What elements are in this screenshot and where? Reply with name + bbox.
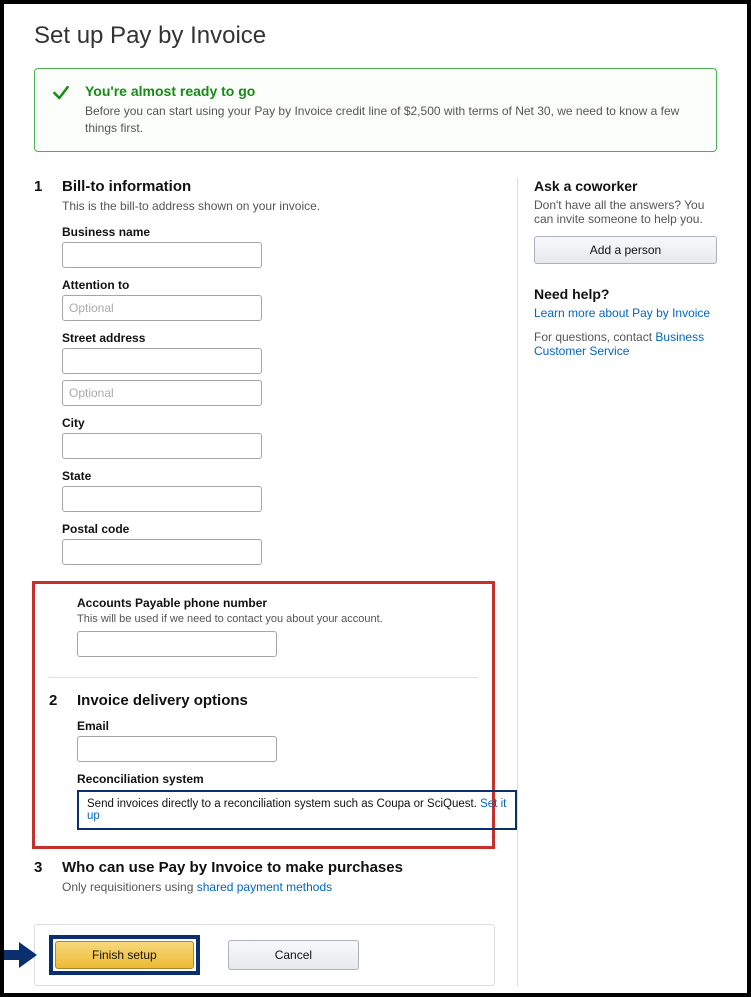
ap-phone-label: Accounts Payable phone number <box>77 596 478 610</box>
arrow-right-icon <box>3 942 37 968</box>
street-address-label: Street address <box>62 331 495 345</box>
section-1-desc: This is the bill-to address shown on you… <box>62 199 495 213</box>
ap-phone-sublabel: This will be used if we need to contact … <box>77 613 478 625</box>
street-address-input[interactable] <box>62 348 262 374</box>
ask-coworker-desc: Don't have all the answers? You can invi… <box>534 198 717 226</box>
section-1-number: 1 <box>34 178 50 195</box>
highlighted-section: Accounts Payable phone number This will … <box>32 581 495 849</box>
state-label: State <box>62 469 495 483</box>
email-label: Email <box>77 719 517 733</box>
recon-text: Send invoices directly to a reconciliati… <box>87 798 480 810</box>
section-2-number: 2 <box>49 692 65 709</box>
city-input[interactable] <box>62 433 262 459</box>
postal-code-label: Postal code <box>62 522 495 536</box>
footer-action-bar: Finish setup Cancel <box>34 924 495 986</box>
finish-setup-button[interactable]: Finish setup <box>55 941 194 969</box>
finish-setup-highlight: Finish setup <box>49 935 200 975</box>
alert-title: You're almost ready to go <box>85 83 698 99</box>
contact-prefix: For questions, contact <box>534 330 655 344</box>
recon-info-box: Send invoices directly to a reconciliati… <box>77 790 517 830</box>
section-3-desc-prefix: Only requisitioners using <box>62 880 197 894</box>
state-input[interactable] <box>62 486 262 512</box>
contact-text: For questions, contact Business Customer… <box>534 330 717 358</box>
cancel-button[interactable]: Cancel <box>228 940 359 970</box>
section-3-heading: Who can use Pay by Invoice to make purch… <box>62 859 495 876</box>
business-name-label: Business name <box>62 225 495 239</box>
postal-code-input[interactable] <box>62 539 262 565</box>
divider <box>49 677 478 678</box>
business-name-input[interactable] <box>62 242 262 268</box>
shared-payment-methods-link[interactable]: shared payment methods <box>197 880 332 894</box>
need-help-block: Need help? Learn more about Pay by Invoi… <box>534 286 717 358</box>
need-help-heading: Need help? <box>534 286 717 302</box>
email-input[interactable] <box>77 736 277 762</box>
city-label: City <box>62 416 495 430</box>
alert-body: Before you can start using your Pay by I… <box>85 103 698 137</box>
alert-success: You're almost ready to go Before you can… <box>34 68 717 152</box>
learn-more-link[interactable]: Learn more about Pay by Invoice <box>534 306 710 320</box>
add-a-person-button[interactable]: Add a person <box>534 236 717 264</box>
recon-label: Reconciliation system <box>77 772 517 786</box>
ask-coworker-heading: Ask a coworker <box>534 178 717 194</box>
section-1-heading: Bill-to information <box>62 178 495 195</box>
page-title: Set up Pay by Invoice <box>34 22 717 50</box>
attention-to-input[interactable] <box>62 295 262 321</box>
ask-coworker-block: Ask a coworker Don't have all the answer… <box>534 178 717 264</box>
check-icon <box>51 83 71 103</box>
section-3-desc: Only requisitioners using shared payment… <box>62 880 495 894</box>
section-2-heading: Invoice delivery options <box>77 692 517 709</box>
ap-phone-input[interactable] <box>77 631 277 657</box>
street-address-2-input[interactable] <box>62 380 262 406</box>
section-3-number: 3 <box>34 859 50 876</box>
attention-to-label: Attention to <box>62 278 495 292</box>
